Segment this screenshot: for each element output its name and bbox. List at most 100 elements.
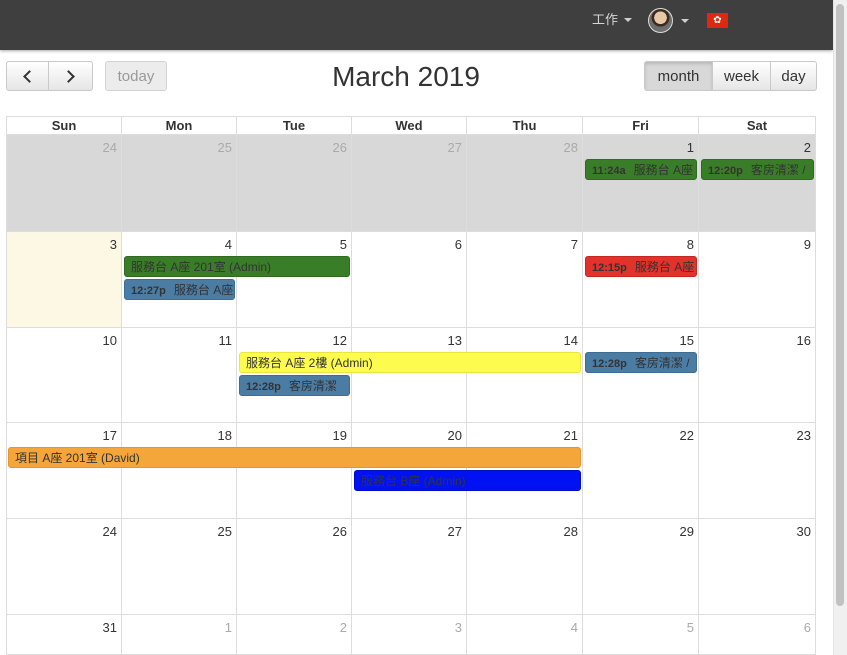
event-title: 服務台 A座 [173, 283, 234, 297]
day-cell[interactable]: 17 [6, 423, 122, 519]
day-cell[interactable]: 4 [467, 615, 583, 655]
weekday-header-sun: Sun [6, 116, 122, 135]
day-number: 17 [102, 428, 117, 443]
scrollbar-thumb[interactable] [836, 4, 844, 606]
day-cell[interactable]: 26 [237, 135, 352, 232]
day-cell[interactable]: 31 [6, 615, 122, 655]
calendar-event[interactable]: 12:20p 客房清潔 / [701, 159, 814, 180]
calendar-event[interactable]: 12:27p 服務台 A座 [124, 279, 235, 300]
day-cell[interactable]: 19 [237, 423, 352, 519]
day-cell[interactable]: 28 [467, 519, 583, 615]
event-title: 服務台 A座 [633, 163, 693, 177]
event-title: 服務台 A座 2樓 (Admin) [246, 356, 373, 370]
day-cell[interactable]: 27 [352, 519, 467, 615]
hong-kong-flag-icon[interactable]: ✿ [707, 13, 728, 28]
weekday-header-tue: Tue [237, 116, 352, 135]
day-cell[interactable]: 7 [467, 232, 583, 328]
avatar [648, 8, 673, 33]
weekday-header-mon: Mon [122, 116, 237, 135]
day-number: 27 [447, 140, 462, 155]
day-number: 1 [686, 140, 694, 155]
day-cell[interactable]: 23 [699, 423, 816, 519]
event-title: 項目 A座 201室 (David) [15, 451, 140, 465]
day-cell[interactable]: 6 [699, 615, 816, 655]
day-number: 11 [218, 333, 233, 348]
day-cell[interactable]: 18 [122, 423, 237, 519]
event-time: 12:15p [592, 262, 627, 274]
prev-button[interactable] [6, 61, 49, 91]
day-cell[interactable]: 9 [699, 232, 816, 328]
calendar-event[interactable]: 12:28p 客房清潔 [239, 375, 350, 396]
day-view-button[interactable]: day [770, 61, 817, 91]
event-title: 服務台 B座 (Admin) [361, 474, 466, 488]
day-number: 28 [563, 140, 578, 155]
chevron-down-icon [624, 18, 633, 22]
day-cell[interactable]: 14 [467, 328, 583, 423]
calendar-event[interactable]: 12:15p 服務台 A座 [585, 256, 697, 277]
weekday-header-thu: Thu [467, 116, 583, 135]
day-cell[interactable]: 2 [699, 135, 816, 232]
day-number: 25 [217, 524, 232, 539]
month-view-button[interactable]: month [644, 61, 713, 91]
day-number: 18 [217, 428, 232, 443]
day-number: 22 [679, 428, 694, 443]
day-cell[interactable]: 13 [352, 328, 467, 423]
day-cell[interactable]: 5 [583, 615, 699, 655]
week-view-button[interactable]: week [712, 61, 771, 91]
calendar-event[interactable]: 項目 A座 201室 (David) [8, 447, 581, 468]
event-title: 客房清潔 / [750, 163, 806, 177]
day-number: 6 [454, 237, 462, 252]
calendar-event[interactable]: 服務台 A座 201室 (Admin) [124, 256, 350, 277]
next-button[interactable] [48, 61, 93, 91]
day-cell[interactable]: 22 [583, 423, 699, 519]
day-cell[interactable]: 6 [352, 232, 467, 328]
day-number: 31 [102, 620, 117, 635]
day-cell[interactable]: 28 [467, 135, 583, 232]
day-number: 26 [332, 524, 347, 539]
day-cell[interactable]: 24 [6, 519, 122, 615]
day-number: 5 [339, 237, 347, 252]
day-cell[interactable]: 27 [352, 135, 467, 232]
day-cell[interactable]: 29 [583, 519, 699, 615]
event-time: 12:28p [246, 381, 281, 393]
day-number: 30 [796, 524, 811, 539]
day-cell[interactable]: 1 [583, 135, 699, 232]
day-cell[interactable]: 3 [6, 232, 122, 328]
day-number: 4 [224, 237, 232, 252]
day-cell[interactable]: 15 [583, 328, 699, 423]
user-menu[interactable] [648, 8, 689, 33]
day-cell[interactable]: 3 [352, 615, 467, 655]
day-number: 24 [102, 524, 117, 539]
day-number: 5 [686, 620, 694, 635]
day-number: 13 [447, 333, 462, 348]
day-cell[interactable]: 11 [122, 328, 237, 423]
calendar-event[interactable]: 12:28p 客房清潔 / [585, 352, 697, 373]
day-cell[interactable]: 2 [237, 615, 352, 655]
calendar-event[interactable]: 服務台 A座 2樓 (Admin) [239, 352, 581, 373]
day-cell[interactable]: 24 [6, 135, 122, 232]
event-title: 客房清潔 [288, 379, 337, 393]
day-cell[interactable]: 25 [122, 519, 237, 615]
day-cell[interactable]: 1 [122, 615, 237, 655]
month-grid: Sun Mon Tue Wed Thu Fri Sat 24 25 26 27 28 1 2 3 4 5 6 7 8 9… [6, 116, 816, 655]
chevron-right-icon [62, 69, 75, 83]
day-cell[interactable]: 30 [699, 519, 816, 615]
day-number: 10 [102, 333, 117, 348]
event-title: 客房清潔 / [634, 356, 690, 370]
day-cell[interactable]: 26 [237, 519, 352, 615]
workspace-dropdown[interactable]: 工作 [592, 10, 633, 30]
day-number: 3 [109, 237, 117, 252]
top-navbar: 工作 ✿ [0, 0, 833, 50]
calendar-event[interactable]: 11:24a 服務台 A座 [585, 159, 697, 180]
day-cell[interactable]: 8 [583, 232, 699, 328]
day-cell[interactable]: 25 [122, 135, 237, 232]
event-time: 12:20p [708, 165, 743, 177]
day-cell[interactable]: 10 [6, 328, 122, 423]
day-number: 20 [447, 428, 462, 443]
calendar-event[interactable]: 服務台 B座 (Admin) [354, 470, 581, 491]
day-number: 21 [563, 428, 578, 443]
day-cell[interactable]: 16 [699, 328, 816, 423]
day-cell[interactable]: 5 [237, 232, 352, 328]
today-button[interactable]: today [105, 61, 167, 91]
weekday-header-sat: Sat [699, 116, 816, 135]
